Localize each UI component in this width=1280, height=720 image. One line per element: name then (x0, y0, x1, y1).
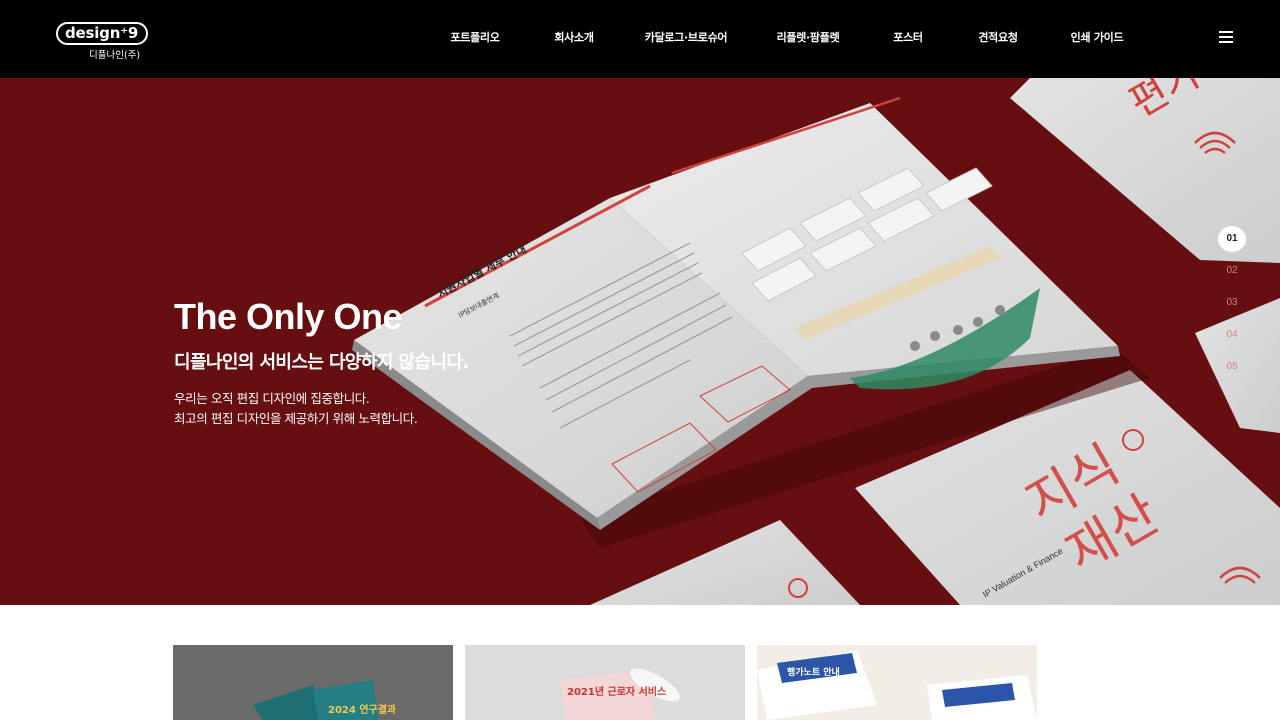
logo-subtext: 디플나인(주) (89, 50, 141, 61)
hero-subtitle: 디플나인의 서비스는 다양하지 않습니다. (174, 352, 469, 373)
portfolio-thumb-3[interactable]: 행가노트 안내 (757, 645, 1037, 720)
hero-description: 우리는 오직 편집 디자인에 집중합니다. 최고의 편집 디자인을 제공하기 위… (174, 389, 418, 429)
nav-item-leaflet[interactable]: 리플렛·팜플렛 (777, 29, 840, 45)
portfolio-thumb-1[interactable]: 2024 연구결과 (173, 645, 453, 720)
hamburger-menu-icon[interactable] (1219, 31, 1233, 43)
slide-dot-4[interactable]: 04 (1218, 322, 1246, 348)
nav-item-company[interactable]: 회사소개 (554, 29, 594, 45)
hero-brochure-illustration: 편가 지식 재산 IP Valuation & Finance 지원사업별 세부… (352, 78, 1280, 605)
thumb-2-image: 2021년 근로자 서비스 (560, 668, 680, 720)
logo-wordmark: design⁺9 (56, 22, 149, 45)
slide-dot-1[interactable]: 01 (1218, 226, 1246, 252)
site-header: design⁺9 디플나인(주) 포트폴리오 회사소개 카달로그·브로슈어 리플… (0, 0, 1280, 78)
hero-desc-line1: 우리는 오직 편집 디자인에 집중합니다. (174, 391, 370, 406)
nav-item-poster[interactable]: 포스터 (893, 29, 923, 45)
nav-item-catalog[interactable]: 카달로그·브로슈어 (645, 29, 728, 45)
slide-dot-5[interactable]: 05 (1218, 354, 1246, 380)
thumb-3-image: 행가노트 안내 (757, 650, 1037, 720)
thumb-3-text: 행가노트 안내 (787, 666, 840, 678)
nav-item-portfolio[interactable]: 포트폴리오 (450, 29, 499, 45)
hero-title: The Only One (174, 296, 403, 337)
portfolio-thumb-2[interactable]: 2021년 근로자 서비스 (465, 645, 745, 720)
logo[interactable]: design⁺9 디플나인(주) (56, 22, 149, 62)
thumb-1-text: 2024 연구결과 (328, 703, 397, 716)
hero-slider: 편가 지식 재산 IP Valuation & Finance 지원사업별 세부… (0, 78, 1280, 605)
nav-item-print-guide[interactable]: 인쇄 가이드 (1071, 29, 1124, 45)
thumb-2-text: 2021년 근로자 서비스 (567, 685, 666, 698)
slide-dot-3[interactable]: 03 (1218, 290, 1246, 316)
hero-desc-line2: 최고의 편집 디자인을 제공하기 위해 노력합니다. (174, 411, 418, 426)
slide-dot-2[interactable]: 02 (1218, 258, 1246, 284)
nav-item-quote[interactable]: 견적요청 (978, 29, 1018, 45)
thumb-1-image: 2024 연구결과 (253, 680, 397, 720)
